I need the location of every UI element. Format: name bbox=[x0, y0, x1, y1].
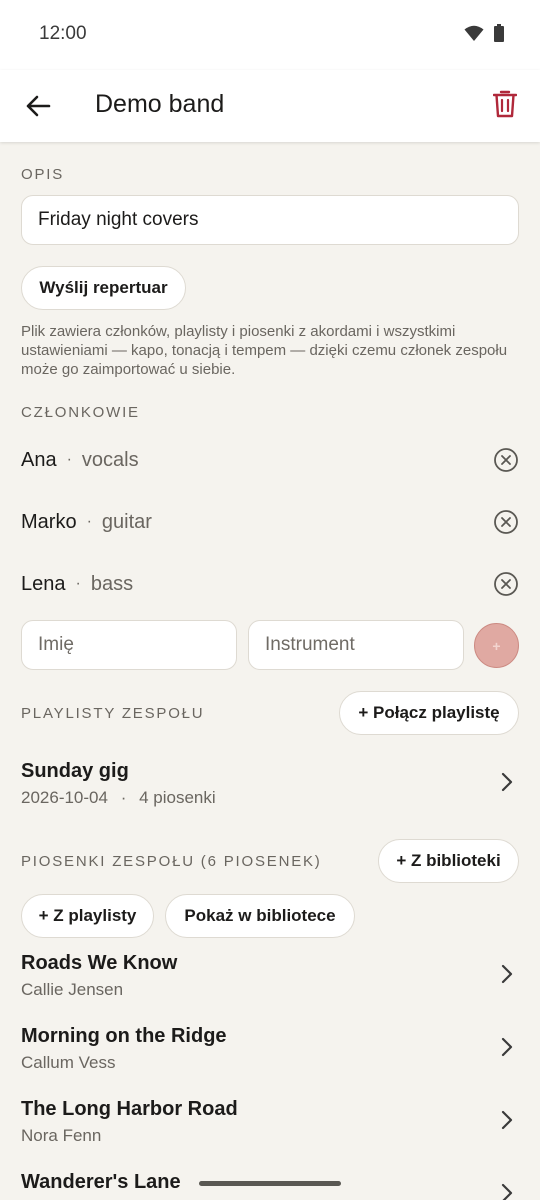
add-from-library-button[interactable]: + Z biblioteki bbox=[378, 839, 519, 883]
add-member-button[interactable]: + bbox=[474, 623, 519, 668]
playlist-title: Sunday gig bbox=[21, 760, 129, 782]
status-time: 12:00 bbox=[39, 23, 87, 44]
member-instrument-input[interactable]: Instrument bbox=[248, 620, 464, 670]
member-name: Lena bbox=[21, 572, 66, 595]
member-row: Marko · guitar bbox=[21, 502, 521, 542]
remove-member-icon[interactable] bbox=[493, 571, 519, 597]
member-name-input[interactable]: Imię bbox=[21, 620, 237, 670]
member-instrument: vocals bbox=[81, 448, 139, 471]
chevron-right-icon bbox=[501, 964, 513, 984]
member-instrument: bass bbox=[90, 572, 134, 595]
status-bar: 12:00 bbox=[0, 0, 540, 70]
send-repertoire-button[interactable]: Wyślij repertuar bbox=[21, 266, 186, 310]
back-button[interactable] bbox=[20, 88, 56, 124]
song-row[interactable]: The Long Harbor Road Nora Fenn bbox=[21, 1098, 519, 1146]
status-icons bbox=[464, 24, 504, 42]
chevron-right-icon bbox=[501, 1110, 513, 1130]
member-name: Ana bbox=[21, 448, 57, 471]
separator-dot: · bbox=[120, 788, 127, 807]
home-indicator[interactable] bbox=[199, 1181, 341, 1186]
show-in-library-button[interactable]: Pokaż w bibliotece bbox=[165, 894, 355, 938]
song-title: Roads We Know bbox=[21, 952, 178, 974]
chevron-right-icon bbox=[501, 1183, 513, 1200]
separator-dot: · bbox=[75, 575, 81, 592]
trash-icon bbox=[493, 90, 517, 118]
separator-dot: · bbox=[86, 513, 92, 530]
song-artist: Nora Fenn bbox=[21, 1126, 102, 1145]
members-label: CZŁONKOWIE bbox=[21, 404, 140, 421]
member-row: Lena · bass bbox=[21, 564, 521, 604]
member-instrument: guitar bbox=[101, 510, 152, 533]
playlist-song-count: 4 piosenki bbox=[139, 788, 216, 807]
chevron-right-icon bbox=[501, 772, 513, 792]
song-artist: Callie Jensen bbox=[21, 980, 124, 999]
separator-dot: · bbox=[66, 451, 72, 468]
member-row: Ana · vocals bbox=[21, 440, 521, 480]
description-input[interactable]: Friday night covers bbox=[21, 195, 519, 245]
remove-member-icon[interactable] bbox=[493, 447, 519, 473]
song-artist: Callum Vess bbox=[21, 1053, 116, 1072]
songs-label: PIOSENKI ZESPOŁU (6 PIOSENEK) bbox=[21, 853, 322, 870]
link-playlist-button[interactable]: + Połącz playlistę bbox=[339, 691, 519, 735]
arrow-back-icon bbox=[26, 95, 51, 117]
plus-icon: + bbox=[492, 637, 501, 654]
description-label: OPIS bbox=[21, 166, 65, 183]
remove-member-icon[interactable] bbox=[493, 509, 519, 535]
chevron-right-icon bbox=[501, 1037, 513, 1057]
app-bar: Demo band bbox=[0, 70, 540, 142]
playlists-label: PLAYLISTY ZESPOŁU bbox=[21, 705, 205, 722]
song-row[interactable]: Morning on the Ridge Callum Vess bbox=[21, 1025, 519, 1073]
wifi-icon bbox=[464, 25, 484, 41]
help-text: Plik zawiera członków, playlisty i piose… bbox=[21, 323, 508, 378]
song-title: The Long Harbor Road bbox=[21, 1098, 238, 1120]
playlist-row[interactable]: Sunday gig 2026-10-04 · 4 piosenki bbox=[21, 760, 519, 808]
battery-icon bbox=[494, 24, 504, 42]
song-title: Morning on the Ridge bbox=[21, 1025, 227, 1047]
playlist-meta: 2026-10-04 · 4 piosenki bbox=[21, 788, 519, 808]
playlist-date: 2026-10-04 bbox=[21, 788, 108, 807]
page-title: Demo band bbox=[95, 90, 225, 118]
song-row[interactable]: Roads We Know Callie Jensen bbox=[21, 952, 519, 1000]
member-name: Marko bbox=[21, 510, 77, 533]
delete-band-button[interactable] bbox=[490, 86, 520, 122]
add-from-playlist-button[interactable]: + Z playlisty bbox=[21, 894, 154, 938]
